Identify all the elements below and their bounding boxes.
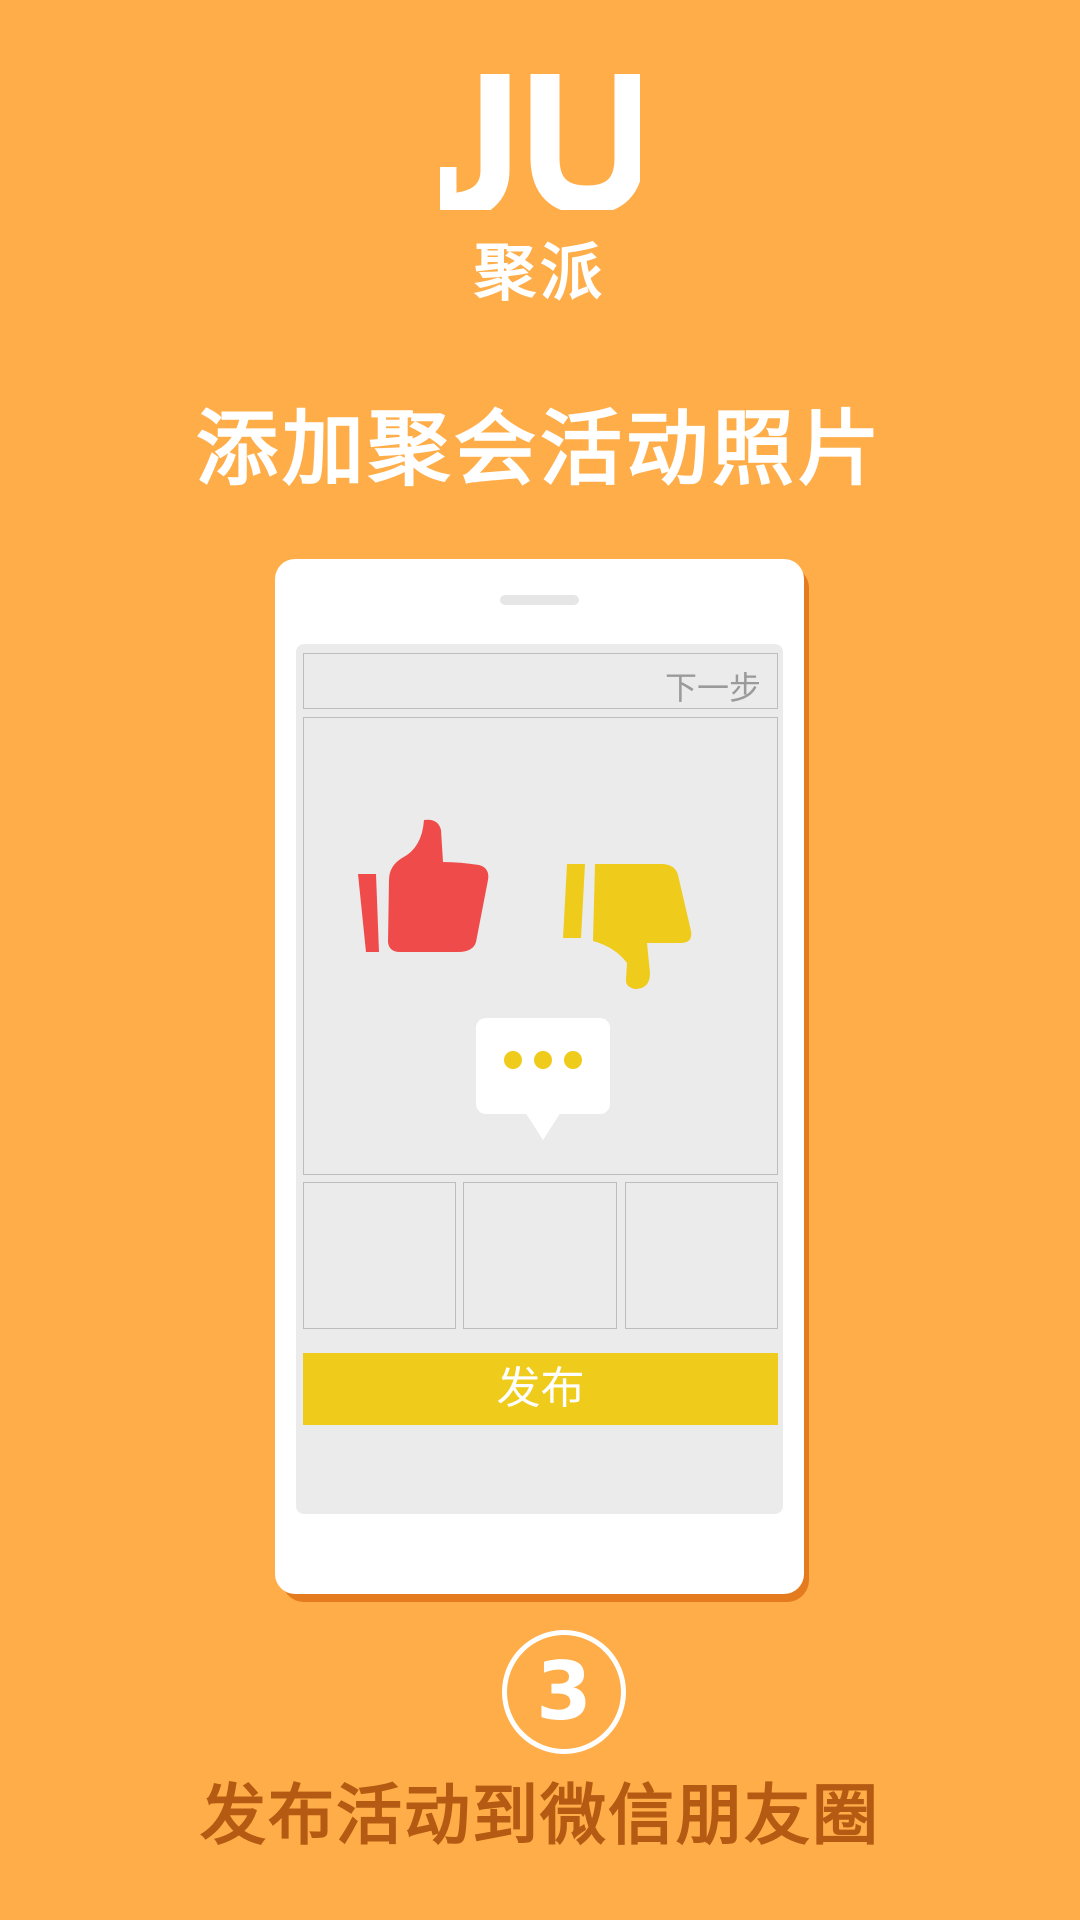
step-number-badge: 3 xyxy=(502,1630,626,1754)
publish-button[interactable]: 发布 xyxy=(303,1353,778,1425)
photo-thumbnail-2[interactable] xyxy=(463,1182,617,1329)
photo-thumbnail-1[interactable] xyxy=(303,1182,456,1329)
brand-name: 聚派 xyxy=(473,236,606,309)
page-headline: 添加聚会活动照片 xyxy=(195,402,884,497)
speech-bubble-icon xyxy=(476,1018,610,1140)
phone-screen: 下一步 发布 xyxy=(296,644,783,1514)
thumbs-up-icon xyxy=(358,819,489,952)
step-caption: 发布活动到微信朋友圈 xyxy=(200,1777,880,1854)
next-step-button[interactable]: 下一步 xyxy=(665,663,761,709)
photo-thumbnail-3[interactable] xyxy=(625,1182,778,1329)
thumbs-down-icon xyxy=(563,864,692,989)
phone-speaker xyxy=(500,595,579,605)
main-photo-area[interactable] xyxy=(303,717,778,1175)
phone-frame: 下一步 发布 xyxy=(275,559,804,1594)
logo-mark xyxy=(440,74,640,210)
top-bar: 下一步 xyxy=(303,653,778,709)
